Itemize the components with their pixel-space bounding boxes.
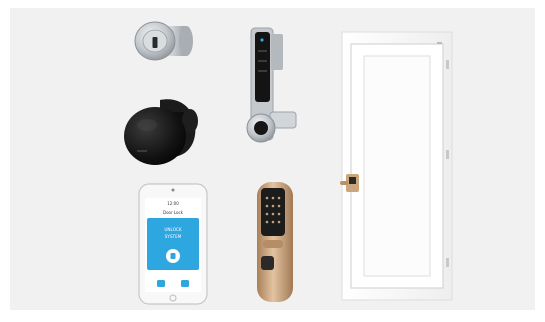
app-nav-settings-icon[interactable]: [181, 280, 189, 287]
app-card-line1: UNLOCK: [164, 227, 182, 232]
product-illustration: 12:00 Door Lock UNLOCK SYSTEM: [124, 21, 453, 305]
keyhole-icon: [152, 37, 158, 48]
fingerprint-sensor-icon[interactable]: [261, 256, 274, 270]
mortise-cylinder: [134, 21, 193, 61]
app-nav-home-icon[interactable]: [157, 280, 165, 287]
cabinet-keypad-lock: [246, 27, 297, 143]
phone-status-text: 12:00: [167, 201, 179, 206]
app-card-line2: SYSTEM: [165, 234, 182, 239]
phone-header-text: Door Lock: [163, 210, 184, 215]
white-door: [340, 31, 453, 301]
fingerprint-door-lock: [257, 182, 293, 302]
smartphone-app: 12:00 Door Lock UNLOCK SYSTEM: [138, 183, 208, 305]
knob-smart-lock: [124, 99, 198, 165]
